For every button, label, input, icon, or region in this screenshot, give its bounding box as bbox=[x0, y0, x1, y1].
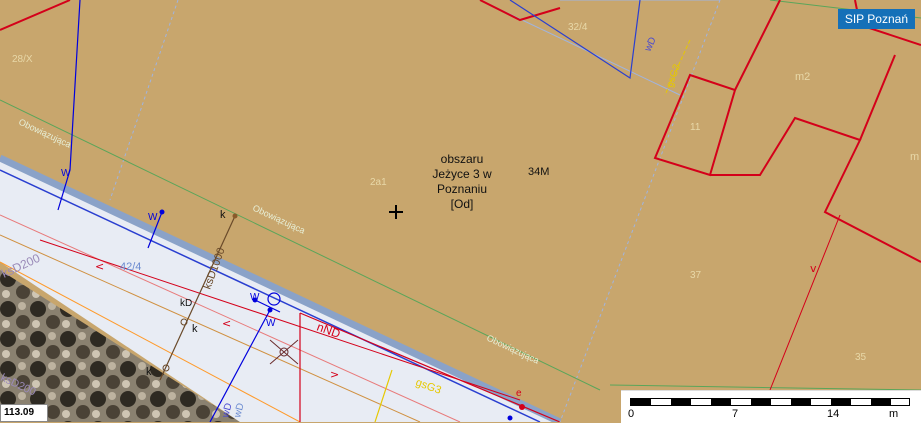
scale-tick-label: 14 bbox=[827, 408, 840, 420]
utility-label: kD bbox=[180, 298, 192, 309]
parcel-label: 11 bbox=[690, 122, 701, 133]
coordinate-readout: 113.09 bbox=[0, 404, 48, 422]
crosshair-cursor-icon bbox=[389, 205, 403, 219]
parcel-label: 2a1 bbox=[370, 177, 387, 188]
parcel-label: 35 bbox=[855, 352, 867, 363]
utility-label: k bbox=[192, 323, 198, 335]
direction-arrow-icon: > bbox=[330, 368, 339, 381]
utility-label: k bbox=[220, 209, 226, 221]
scale-unit-label: m bbox=[889, 408, 899, 420]
utility-label: W bbox=[266, 318, 276, 329]
utility-label: W bbox=[250, 292, 260, 303]
area-plan-label: obszaru Jeżyce 3 w Poznaniu [Od] bbox=[432, 152, 492, 211]
utility-label: 42/4 bbox=[120, 261, 141, 273]
parcel-label: 28/X bbox=[12, 54, 33, 65]
scale-bar bbox=[630, 398, 910, 406]
parcel-label: 37 bbox=[690, 270, 702, 281]
marker-icon bbox=[519, 404, 525, 410]
parcel-label: m bbox=[910, 151, 919, 163]
sip-logo-badge[interactable]: SIP Poznań bbox=[837, 9, 915, 29]
utility-label: W bbox=[148, 212, 158, 223]
scale-tick-label: 0 bbox=[628, 408, 635, 420]
direction-arrow-icon: < bbox=[222, 317, 231, 330]
scale-bar-panel: 0 7 14 m bbox=[621, 390, 921, 423]
utility-label: W bbox=[61, 168, 71, 179]
parcel-label: 34M bbox=[528, 166, 549, 178]
parcel-label: m2 bbox=[795, 71, 810, 83]
parcel-label: 32/4 bbox=[568, 22, 588, 33]
utility-label: e bbox=[516, 388, 522, 399]
direction-arrow-icon: v bbox=[810, 262, 817, 275]
scale-tick-label: 7 bbox=[732, 408, 739, 420]
direction-arrow-icon: < bbox=[95, 260, 104, 273]
utility-label: k bbox=[146, 366, 152, 378]
